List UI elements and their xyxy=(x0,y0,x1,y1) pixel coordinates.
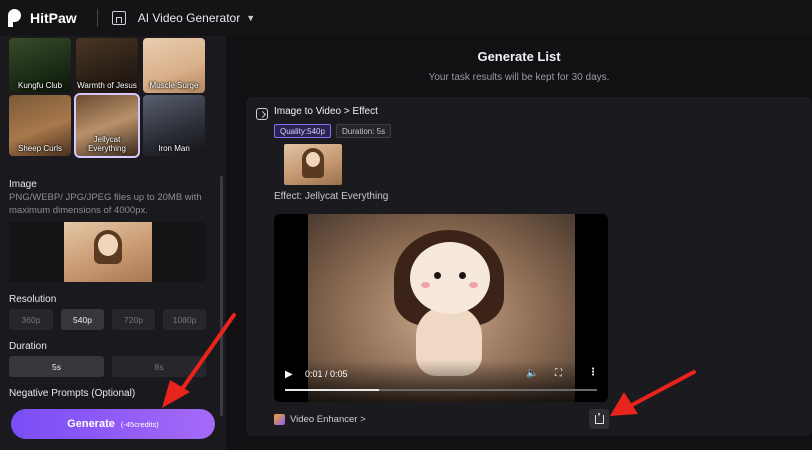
doll-eye-right xyxy=(459,272,466,279)
top-bar: HitPaw AI Video Generator ▼ xyxy=(0,0,812,36)
template-iron-man[interactable]: Iron Man xyxy=(143,95,205,156)
thumb-face xyxy=(306,152,320,167)
template-kungfu-club[interactable]: Kungfu Club xyxy=(9,38,71,93)
negative-prompts-title: Negative Prompts (Optional) xyxy=(9,388,136,399)
quality-badge: Quality:540p xyxy=(274,124,331,138)
template-warmth-of-jesus[interactable]: Warmth of Jesus xyxy=(76,38,138,93)
hitpaw-logo[interactable]: HitPaw xyxy=(8,9,77,27)
image-section-title: Image xyxy=(9,179,37,190)
generate-list-area: Generate List Your task results will be … xyxy=(226,36,812,450)
page-subtitle: Your task results will be kept for 30 da… xyxy=(428,72,610,83)
generate-label: Generate xyxy=(67,418,115,430)
resolution-360p[interactable]: 360p xyxy=(9,309,53,330)
duration-title: Duration xyxy=(9,341,47,352)
more-options-icon[interactable]: ⋮ xyxy=(588,367,598,378)
player-controls: ▶ 0:01 / 0:05 🔈 ⛶ ⋮ xyxy=(274,360,608,402)
resolution-720p[interactable]: 720p xyxy=(112,309,155,330)
duration-8s[interactable]: 8s xyxy=(112,356,206,377)
source-image-thumbnail[interactable] xyxy=(284,144,342,185)
app-window: HitPaw AI Video Generator ▼ Kungfu Club … xyxy=(0,0,812,450)
doll-blush-left xyxy=(421,282,430,288)
page-title: Generate List xyxy=(477,49,561,64)
video-enhancer-label: Video Enhancer > xyxy=(290,414,366,425)
doll-head xyxy=(410,242,490,314)
hitpaw-logo-icon xyxy=(8,9,24,27)
video-enhancer-link[interactable]: Video Enhancer > xyxy=(274,414,366,425)
generate-button[interactable]: Generate (-45credits) xyxy=(11,409,215,439)
effect-name: Effect: Jellycat Everything xyxy=(274,191,389,202)
home-icon[interactable] xyxy=(111,11,126,25)
resolution-1080p[interactable]: 1080p xyxy=(163,309,206,330)
video-player[interactable]: ▶ 0:01 / 0:05 🔈 ⛶ ⋮ xyxy=(274,214,608,402)
duration-5s[interactable]: 5s xyxy=(9,356,104,377)
generate-credits: (-45credits) xyxy=(120,419,159,429)
task-breadcrumb: Image to Video > Effect xyxy=(274,106,378,117)
play-icon[interactable]: ▶ xyxy=(285,369,293,380)
template-label: Iron Man xyxy=(158,144,190,153)
preview-face xyxy=(98,234,118,256)
tool-selector[interactable]: AI Video Generator xyxy=(138,11,241,25)
template-jellycat-everything[interactable]: Jellycat Everything xyxy=(74,93,140,158)
progress-bar[interactable] xyxy=(285,389,597,391)
duration-badge: Duration: 5s xyxy=(336,124,392,138)
video-enhancer-icon xyxy=(274,414,285,425)
template-label: Warmth of Jesus xyxy=(77,81,137,90)
doll-blush-right xyxy=(469,282,478,288)
doll-eye-left xyxy=(434,272,441,279)
template-sheep-curls[interactable]: Sheep Curls xyxy=(9,95,71,156)
download-icon xyxy=(594,412,604,424)
download-button[interactable] xyxy=(589,409,609,429)
settings-panel: Kungfu Club Warmth of Jesus Muscle Surge… xyxy=(0,36,226,450)
template-label: Muscle Surge xyxy=(149,81,199,90)
image-requirements: PNG/WEBP/ JPG/JPEG files up to 20MB with… xyxy=(9,192,202,216)
divider xyxy=(96,9,98,27)
time-display: 0:01 / 0:05 xyxy=(305,369,348,379)
template-label: Kungfu Club xyxy=(17,81,63,90)
uploaded-image-preview[interactable] xyxy=(64,222,152,282)
volume-icon[interactable]: 🔈 xyxy=(526,368,538,379)
chevron-down-icon[interactable]: ▼ xyxy=(246,13,255,23)
template-label: Jellycat Everything xyxy=(88,135,126,153)
fullscreen-icon[interactable]: ⛶ xyxy=(555,368,562,379)
progress-fill xyxy=(285,389,379,391)
brand-name: HitPaw xyxy=(30,10,77,26)
task-card: Image to Video > Effect Quality:540p Dur… xyxy=(246,97,812,436)
resolution-title: Resolution xyxy=(9,294,57,305)
template-muscle-surge[interactable]: Muscle Surge xyxy=(143,38,205,93)
template-label: Sheep Curls xyxy=(17,144,63,153)
sidebar-scrollbar[interactable] xyxy=(220,176,223,416)
resolution-540p[interactable]: 540p xyxy=(61,309,104,330)
image-to-video-icon xyxy=(256,108,268,120)
